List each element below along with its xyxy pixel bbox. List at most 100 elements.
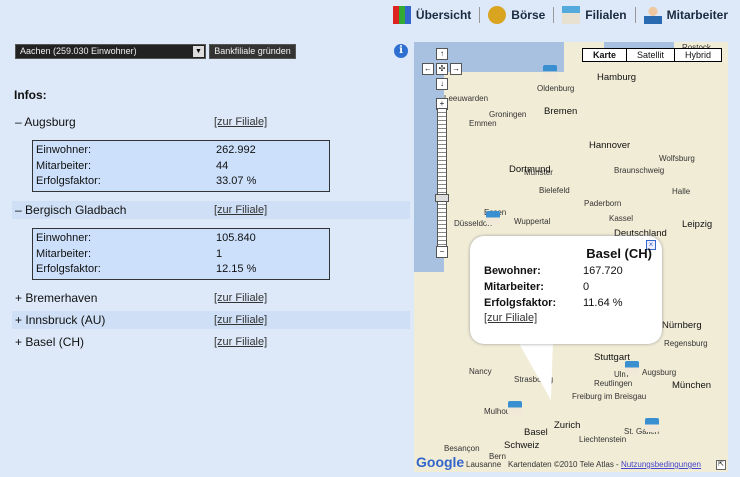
- map-city-label: Braunschweig: [614, 166, 665, 175]
- map-city-label: Bremen: [544, 106, 578, 117]
- map-city-label: Oldenburg: [537, 84, 575, 93]
- map-city-label: Wuppertal: [514, 217, 551, 226]
- zoom-slider-handle[interactable]: [435, 194, 449, 202]
- branch-marker-augsburg[interactable]: [625, 361, 639, 375]
- pan-center-icon[interactable]: ✣: [436, 63, 448, 75]
- map-city-label: Regensburg: [664, 339, 708, 348]
- detail-label: Einwohner:: [36, 232, 92, 244]
- map-city-label: Schweiz: [504, 440, 540, 451]
- map-type-satellit[interactable]: Satellit: [625, 49, 674, 61]
- map-city-label: Nürnberg: [662, 320, 702, 331]
- popup-title: Basel (CH): [586, 246, 652, 261]
- branch-link[interactable]: [zur Filiale]: [214, 201, 267, 219]
- house-icon: [562, 6, 581, 24]
- map-city-label: Reutlingen: [594, 379, 633, 388]
- detail-label: Mitarbeiter:: [36, 247, 92, 260]
- divider: [553, 7, 555, 23]
- info-icon[interactable]: i: [394, 44, 408, 58]
- pan-up-icon[interactable]: ↑: [436, 48, 448, 60]
- map-city-label: Paderborn: [584, 199, 622, 208]
- popup-label: Bewohner:: [484, 265, 541, 277]
- detail-value: 33.07 %: [216, 175, 257, 187]
- branch-row[interactable]: + Innsbruck (AU) [zur Filiale]: [12, 311, 410, 329]
- detail-label: Erfolgsfaktor:: [36, 263, 101, 275]
- map-city-label: Hannover: [589, 140, 631, 151]
- map-city-label: Liechtenstein: [579, 435, 627, 444]
- nav-label: Börse: [511, 8, 546, 22]
- branch-row[interactable]: + Basel (CH) [zur Filiale]: [12, 333, 410, 351]
- map-city-label: Zurich: [554, 420, 581, 431]
- expand-toggle[interactable]: +: [15, 335, 22, 349]
- pan-left-icon[interactable]: ←: [422, 63, 434, 75]
- nav-label: Mitarbeiter: [666, 8, 728, 22]
- divider: [479, 7, 481, 23]
- branch-marker-basel[interactable]: [508, 401, 522, 415]
- branch-link[interactable]: [zur Filiale]: [214, 311, 267, 329]
- zoom-out-icon[interactable]: −: [436, 246, 448, 258]
- zoom-slider[interactable]: [437, 108, 447, 254]
- pan-right-icon[interactable]: →: [450, 63, 462, 75]
- branch-link[interactable]: [zur Filiale]: [214, 289, 267, 307]
- attribution-text: Kartendaten ©2010 Tele Atlas -: [508, 460, 621, 469]
- popup-label: Mitarbeiter:: [484, 281, 544, 293]
- nav-overview[interactable]: Übersicht: [392, 6, 471, 24]
- detail-label: Mitarbeiter:: [36, 159, 92, 172]
- popup-value: 11.64 %: [583, 297, 623, 309]
- divider: [634, 7, 636, 23]
- nav-label: Filialen: [585, 8, 627, 22]
- main-nav: Übersicht Börse Filialen Mitarbeiter: [392, 6, 728, 24]
- popup-value: 0: [583, 281, 590, 293]
- detail-value: 1: [216, 247, 223, 260]
- branch-name: Basel (CH): [25, 335, 85, 349]
- map-city-label: Augsburg: [642, 368, 677, 377]
- branch-marker-bergisch-gladbach[interactable]: [486, 211, 500, 225]
- map-city-label: Basel: [524, 427, 548, 438]
- map-city-label: Kassel: [609, 214, 634, 223]
- branch-name: Bergisch Gladbach: [25, 203, 127, 217]
- expand-toggle[interactable]: +: [15, 291, 22, 305]
- map-info-popup: × Basel (CH) Bewohner: 167.720 Mitarbeite…: [470, 236, 662, 344]
- pan-down-icon[interactable]: ↓: [436, 78, 448, 90]
- found-branch-button[interactable]: Bankfiliale gründen: [209, 44, 296, 59]
- map-type-karte[interactable]: Karte: [582, 49, 626, 61]
- nav-boerse[interactable]: Börse: [488, 6, 545, 24]
- branch-row[interactable]: – Bergisch Gladbach [zur Filiale]: [12, 201, 410, 219]
- detail-value: 262.992: [216, 144, 256, 156]
- collapse-toggle[interactable]: –: [15, 115, 22, 129]
- map-city-label: München: [672, 380, 712, 391]
- popup-branch-link[interactable]: [zur Filiale]: [484, 312, 537, 324]
- chevron-down-icon[interactable]: ▼: [193, 46, 204, 57]
- popup-value: 167.720: [583, 265, 623, 277]
- branch-link[interactable]: [zur Filiale]: [214, 113, 267, 131]
- collapse-toggle[interactable]: –: [15, 203, 22, 217]
- branch-row[interactable]: – Augsburg [zur Filiale]: [12, 113, 410, 131]
- folders-icon: [392, 6, 411, 24]
- branch-details: Einwohner: 262.992 Mitarbeiter: 44 Erfolgs…: [32, 140, 330, 192]
- map-city-label: Dortmund: [509, 164, 551, 175]
- branch-marker-innsbruck[interactable]: [645, 418, 659, 432]
- map-city-label: Emmen: [469, 119, 497, 128]
- google-logo: Google: [416, 454, 465, 470]
- map-city-label: Freiburg im Breisgau: [572, 392, 647, 401]
- branch-row[interactable]: + Bremerhaven [zur Filiale]: [12, 289, 410, 307]
- map-city-label: Groningen: [489, 110, 527, 119]
- map-city-label: Besançon: [444, 444, 480, 453]
- nav-mitarbeiter[interactable]: Mitarbeiter: [643, 6, 728, 24]
- map-city-label: Leeuwarden: [444, 94, 489, 103]
- branch-marker-bremerhaven[interactable]: [543, 65, 557, 79]
- map-type-hybrid[interactable]: Hybrid: [673, 49, 721, 61]
- branch-link[interactable]: [zur Filiale]: [214, 333, 267, 351]
- map-city-label: Lausanne: [466, 460, 502, 469]
- map-attribution: Kartendaten ©2010 Tele Atlas - Nutzungsb…: [508, 460, 701, 469]
- expand-toggle[interactable]: +: [15, 313, 22, 327]
- infos-heading: Infos:: [14, 88, 47, 102]
- collapse-overview-icon[interactable]: ⇱: [716, 460, 726, 470]
- terms-link[interactable]: Nutzungsbedingungen: [621, 460, 701, 469]
- detail-value: 12.15 %: [216, 263, 257, 275]
- nav-filialen[interactable]: Filialen: [562, 6, 627, 24]
- branch-name: Innsbruck (AU): [25, 313, 106, 327]
- city-select[interactable]: Aachen (259.030 Einwohner) ▼: [15, 44, 206, 59]
- branch-details: Einwohner: 105.840 Mitarbeiter: 1 Erfolgsf…: [32, 228, 330, 280]
- branch-name: Augsburg: [24, 115, 76, 129]
- detail-value: 44: [216, 159, 229, 172]
